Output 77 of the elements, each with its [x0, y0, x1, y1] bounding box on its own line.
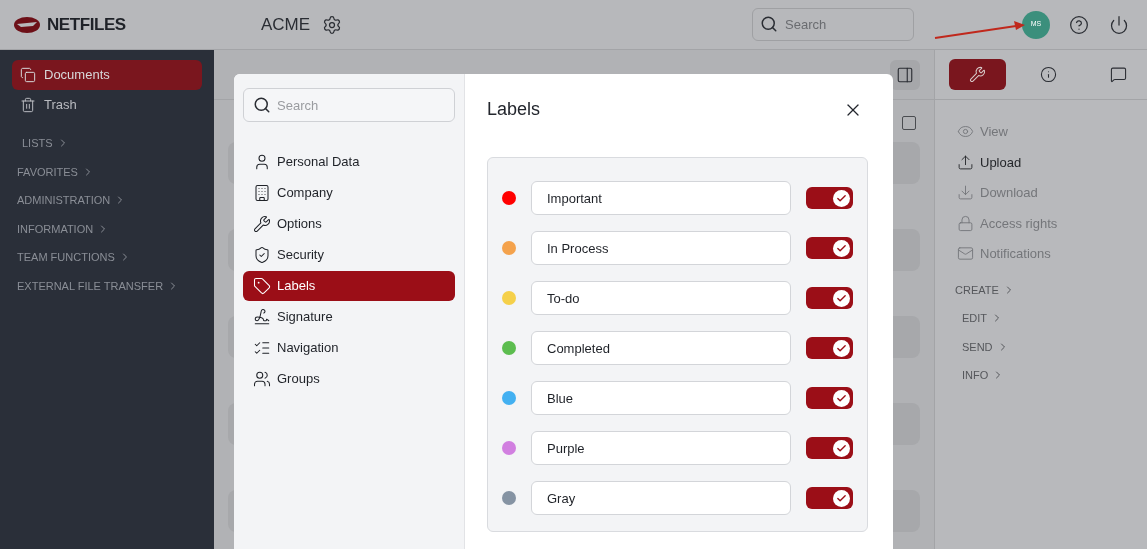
search-icon — [253, 96, 271, 114]
logo-text: NETFILES — [47, 13, 126, 36]
search-field[interactable]: Search — [243, 88, 455, 122]
settings-nav-item[interactable]: Signature — [243, 302, 455, 332]
label-name-field[interactable]: To-do — [531, 281, 791, 315]
label-name-field[interactable]: Purple — [531, 431, 791, 465]
settings-nav-item[interactable]: Company — [243, 178, 455, 208]
label-toggle[interactable] — [806, 487, 853, 509]
settings-button[interactable] — [322, 14, 343, 35]
power-icon — [1109, 14, 1129, 35]
download-icon — [957, 184, 974, 202]
action-item[interactable]: Upload — [957, 152, 1147, 172]
label-toggle[interactable] — [806, 237, 853, 259]
sidebar-section[interactable]: EXTERNAL FILE TRANSFER — [12, 277, 202, 294]
panel-section[interactable]: INFO — [935, 367, 1147, 384]
sidebar-section[interactable]: INFORMATION — [12, 220, 202, 237]
label-name-field[interactable]: Blue — [531, 381, 791, 415]
check-icon — [836, 292, 847, 304]
panel-tab[interactable] — [949, 59, 1006, 90]
checklist-icon — [253, 339, 271, 357]
search-icon — [760, 15, 778, 33]
label-name-field[interactable]: Gray — [531, 481, 791, 515]
panel-section[interactable]: SEND — [935, 338, 1147, 355]
person-icon — [253, 153, 271, 171]
label-toggle[interactable] — [806, 387, 853, 409]
label-toggle[interactable] — [806, 287, 853, 309]
settings-nav-item[interactable]: Groups — [243, 364, 455, 394]
label-toggle[interactable] — [806, 187, 853, 209]
check-icon — [836, 392, 847, 404]
envelope-icon — [957, 245, 974, 263]
upload-icon — [957, 153, 974, 171]
people-icon — [253, 370, 271, 388]
sidebar-section[interactable]: TEAM FUNCTIONS — [12, 249, 202, 266]
settings-nav-item[interactable]: Personal Data — [243, 147, 455, 177]
wrench-icon — [253, 215, 271, 233]
settings-nav-item[interactable]: Options — [243, 209, 455, 239]
sidebar-item[interactable]: Documents — [12, 60, 202, 90]
help-button[interactable] — [1069, 14, 1089, 35]
label-toggle[interactable] — [806, 437, 853, 459]
sidebar-section[interactable]: ADMINISTRATION — [12, 192, 202, 209]
signature-icon — [253, 308, 271, 326]
building-icon — [253, 184, 271, 202]
wrench-icon — [968, 66, 986, 83]
settings-nav-item[interactable]: Security — [243, 240, 455, 270]
label-name-field[interactable]: Important — [531, 181, 791, 215]
logo-icon — [13, 15, 41, 34]
sidebar-section[interactable]: FAVORITES — [12, 163, 202, 180]
side-panel-icon — [896, 65, 914, 84]
dialog-title: Labels — [487, 98, 541, 121]
power-button[interactable] — [1109, 14, 1129, 35]
check-icon — [836, 442, 847, 454]
trash-icon — [20, 97, 36, 113]
select-all-checkbox[interactable] — [902, 116, 916, 130]
check-icon — [836, 192, 847, 204]
panel-section[interactable]: EDIT — [935, 310, 1147, 327]
gear-icon — [322, 14, 343, 35]
shield-icon — [253, 246, 271, 264]
label-name-field[interactable]: Completed — [531, 331, 791, 365]
help-icon — [1069, 14, 1089, 35]
label-name-field[interactable]: In Process — [531, 231, 791, 265]
check-icon — [836, 342, 847, 354]
check-icon — [836, 242, 847, 254]
panel-toggle-button[interactable] — [890, 59, 920, 90]
sidebar-section[interactable]: LISTS — [12, 135, 202, 152]
panel-section[interactable]: CREATE — [935, 281, 1147, 298]
settings-nav-item[interactable]: Navigation — [243, 333, 455, 363]
info-icon — [1039, 66, 1057, 83]
check-icon — [836, 492, 847, 504]
label-toggle[interactable] — [806, 337, 853, 359]
sidebar-item[interactable]: Trash — [12, 90, 202, 120]
tag-icon — [253, 277, 271, 295]
settings-nav-item[interactable]: Labels — [243, 271, 455, 301]
chat-icon — [1110, 66, 1128, 83]
documents-icon — [20, 67, 36, 83]
lock-icon — [957, 214, 974, 232]
workspace-name: ACME — [261, 13, 311, 36]
search-field[interactable]: Search — [752, 8, 914, 41]
